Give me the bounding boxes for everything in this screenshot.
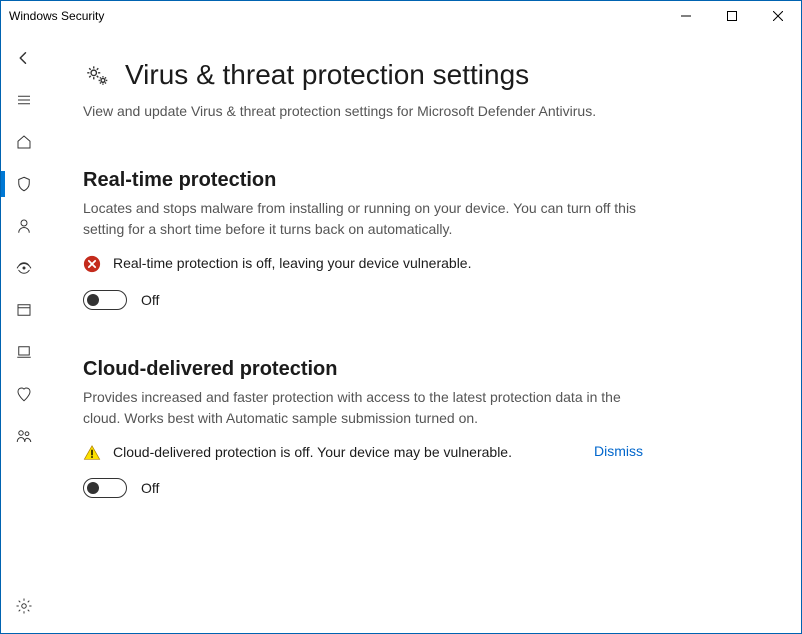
section-title: Real-time protection: [83, 169, 643, 192]
section-title: Cloud-delivered protection: [83, 358, 643, 381]
page-header: Virus & threat protection settings: [83, 59, 765, 91]
dismiss-link[interactable]: Dismiss: [594, 443, 643, 459]
section-description: Locates and stops malware from installin…: [83, 198, 643, 240]
nav-app-browser[interactable]: [1, 289, 47, 331]
scroll-area[interactable]: Virus & threat protection settings View …: [47, 31, 801, 633]
alert-text: Cloud-delivered protection is off. Your …: [113, 443, 574, 463]
minimize-button[interactable]: [663, 1, 709, 31]
alert-cloud-off: Cloud-delivered protection is off. Your …: [83, 443, 643, 463]
page-subtitle: View and update Virus & threat protectio…: [83, 101, 603, 121]
close-button[interactable]: [755, 1, 801, 31]
nav-virus-threat[interactable]: [1, 163, 47, 205]
windows-security-window: Windows Security: [0, 0, 802, 634]
page-title: Virus & threat protection settings: [125, 59, 529, 91]
nav-family-options[interactable]: [1, 415, 47, 457]
toggle-row-realtime: Off: [83, 290, 643, 310]
titlebar: Windows Security: [1, 1, 801, 31]
realtime-toggle[interactable]: [83, 290, 127, 310]
content-pane: Virus & threat protection settings View …: [47, 31, 801, 633]
toggle-label: Off: [141, 480, 159, 496]
maximize-button[interactable]: [709, 1, 755, 31]
nav-rail: [1, 31, 47, 633]
toggle-label: Off: [141, 292, 159, 308]
section-cloud-protection: Cloud-delivered protection Provides incr…: [83, 358, 643, 499]
cloud-toggle[interactable]: [83, 478, 127, 498]
nav-device-security[interactable]: [1, 331, 47, 373]
window-controls: [663, 1, 801, 31]
back-button[interactable]: [1, 37, 47, 79]
alert-text: Real-time protection is off, leaving you…: [113, 254, 643, 274]
alert-realtime-off: Real-time protection is off, leaving you…: [83, 254, 643, 274]
window-title: Windows Security: [9, 1, 104, 31]
nav-settings[interactable]: [1, 585, 47, 627]
section-description: Provides increased and faster protection…: [83, 387, 643, 429]
error-icon: [83, 255, 101, 273]
warning-icon: [83, 444, 101, 462]
nav-firewall-network[interactable]: [1, 247, 47, 289]
nav-account-protection[interactable]: [1, 205, 47, 247]
nav-home[interactable]: [1, 121, 47, 163]
menu-button[interactable]: [1, 79, 47, 121]
toggle-row-cloud: Off: [83, 478, 643, 498]
gears-icon: [83, 61, 111, 89]
nav-device-performance[interactable]: [1, 373, 47, 415]
section-realtime-protection: Real-time protection Locates and stops m…: [83, 169, 643, 310]
